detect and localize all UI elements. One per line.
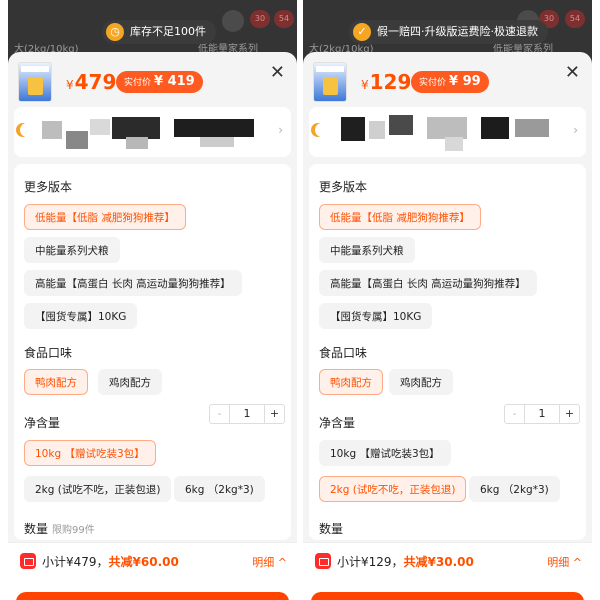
section-title-quantity: 数量 [319, 522, 344, 536]
confirm-button[interactable] [311, 592, 584, 600]
coupon-icon [315, 553, 331, 569]
version-option[interactable]: 低能量【低脂 减肥狗狗推荐】 [319, 204, 481, 230]
product-thumbnail[interactable] [18, 62, 52, 102]
actual-price: ¥ 419 [154, 74, 195, 89]
check-shield-icon: ✓ [353, 23, 371, 41]
redacted-block [42, 121, 62, 139]
details-toggle[interactable]: 明细 ^ [252, 554, 287, 570]
moon-icon [315, 123, 329, 137]
redacted-block [126, 137, 148, 149]
discount-total: 共减¥30.00 [403, 555, 474, 569]
cart-badge: 30 [250, 10, 270, 28]
actual-price-tag: 实付价 ¥ 419 [116, 71, 203, 93]
shop-banner[interactable]: › [14, 107, 291, 157]
version-option[interactable]: 【囤货专属】10KG [319, 303, 433, 329]
coupon-icon [20, 553, 36, 569]
message-badge: 54 [274, 10, 294, 28]
version-option[interactable]: 中能量系列犬粮 [24, 237, 120, 263]
moon-icon [20, 123, 34, 137]
flavor-option[interactable]: 鸡肉配方 [389, 369, 453, 395]
redacted-block [90, 119, 110, 135]
toast-text: 假一赔四·升级版运费险·极速退款 [377, 25, 538, 38]
shop-banner[interactable]: › [309, 107, 586, 157]
footer-bar: 小计¥129，共减¥30.00 明细 ^ [303, 542, 592, 600]
subtotal: 小计¥129，共减¥30.00 [337, 555, 474, 569]
purchase-limit: 限购99件 [52, 525, 95, 536]
subtotal: 小计¥479，共减¥60.00 [42, 555, 179, 569]
version-option[interactable]: 高能量【高蛋白 长肉 高运动量狗狗推荐】 [319, 270, 537, 296]
flavor-option[interactable]: 鸭肉配方 [319, 369, 383, 395]
actual-price-label: 实付价 [419, 78, 447, 88]
redacted-block [445, 137, 463, 151]
sku-sheet: ¥129 实付价 ¥ 99 ✕ › 更多版本 低能量【低脂 减肥狗狗推荐】 中能量… [303, 52, 592, 600]
quantity-value[interactable]: 1 [230, 405, 264, 423]
weight-option[interactable]: 2kg (试吃不吃，正装包退) [24, 476, 172, 502]
section-title-quantity: 数量 限购99件 [24, 522, 95, 536]
quantity-value[interactable]: 1 [525, 405, 559, 423]
section-title-weight: 净含量 [319, 416, 356, 430]
actual-price: ¥ 99 [449, 74, 481, 89]
quantity-stepper: - 1 + [504, 404, 580, 424]
toast-text: 库存不足100件 [130, 25, 206, 38]
weight-option[interactable]: 10kg 【赠试吃装3包】 [319, 440, 451, 466]
weight-option[interactable]: 6kg （2kg*3) [174, 476, 265, 502]
version-option[interactable]: 高能量【高蛋白 长肉 高运动量狗狗推荐】 [24, 270, 242, 296]
redacted-block [66, 131, 88, 149]
message-badge: 54 [565, 10, 585, 28]
section-title-flavor: 食品口味 [319, 346, 368, 360]
weight-option[interactable]: 6kg （2kg*3) [469, 476, 560, 502]
right-screenshot: 大(2kg/10kg) 低能量家系列 30 54 ✓ 假一赔四·升级版运费险·极… [303, 0, 592, 600]
guarantee-toast: ✓ 假一赔四·升级版运费险·极速退款 [349, 20, 548, 44]
redacted-block [515, 119, 549, 137]
chevron-right-icon: › [278, 123, 283, 137]
version-option[interactable]: 【囤货专属】10KG [24, 303, 138, 329]
close-button[interactable]: ✕ [270, 64, 285, 82]
details-toggle[interactable]: 明细 ^ [547, 554, 582, 570]
version-option[interactable]: 低能量【低脂 减肥狗狗推荐】 [24, 204, 186, 230]
weight-option[interactable]: 2kg (试吃不吃，正装包退) [319, 476, 467, 502]
discount-total: 共减¥60.00 [108, 555, 179, 569]
sku-sheet: ¥479 实付价 ¥ 419 ✕ › 更多版本 低能量【低脂 减肥狗狗推荐】 中能… [8, 52, 297, 600]
actual-price-label: 实付价 [124, 78, 152, 88]
decrease-button[interactable]: - [505, 405, 525, 423]
options-panel: 更多版本 低能量【低脂 减肥狗狗推荐】 中能量系列犬粮 高能量【高蛋白 长肉 高… [309, 164, 586, 540]
section-title-flavor: 食品口味 [24, 346, 73, 360]
increase-button[interactable]: + [559, 405, 579, 423]
stock-toast: ◷ 库存不足100件 [102, 20, 216, 44]
quantity-stepper: - 1 + [209, 404, 285, 424]
section-title-versions: 更多版本 [319, 180, 368, 194]
increase-button[interactable]: + [264, 405, 284, 423]
section-title-weight: 净含量 [24, 416, 61, 430]
section-title-versions: 更多版本 [24, 180, 73, 194]
flavor-option[interactable]: 鸡肉配方 [98, 369, 162, 395]
redacted-block [200, 137, 234, 147]
original-price: ¥479 [66, 70, 117, 94]
redacted-block [341, 117, 365, 141]
original-price: ¥129 [361, 70, 412, 94]
redacted-block [389, 115, 413, 135]
actual-price-tag: 实付价 ¥ 99 [411, 71, 489, 93]
product-thumbnail[interactable] [313, 62, 347, 102]
chevron-right-icon: › [573, 123, 578, 137]
confirm-button[interactable] [16, 592, 289, 600]
weight-option[interactable]: 10kg 【赠试吃装3包】 [24, 440, 156, 466]
share-icon [222, 10, 244, 32]
left-screenshot: 大(2kg/10kg) 低能量家系列 30 54 ◷ 库存不足100件 ¥479… [8, 0, 297, 600]
redacted-block [481, 117, 509, 139]
redacted-block [112, 117, 160, 139]
close-button[interactable]: ✕ [565, 64, 580, 82]
flavor-option[interactable]: 鸭肉配方 [24, 369, 88, 395]
footer-bar: 小计¥479，共减¥60.00 明细 ^ [8, 542, 297, 600]
options-panel: 更多版本 低能量【低脂 减肥狗狗推荐】 中能量系列犬粮 高能量【高蛋白 长肉 高… [14, 164, 291, 540]
decrease-button[interactable]: - [210, 405, 230, 423]
redacted-block [427, 117, 467, 139]
redacted-block [174, 119, 254, 137]
redacted-block [369, 121, 385, 139]
clock-icon: ◷ [106, 23, 124, 41]
version-option[interactable]: 中能量系列犬粮 [319, 237, 415, 263]
